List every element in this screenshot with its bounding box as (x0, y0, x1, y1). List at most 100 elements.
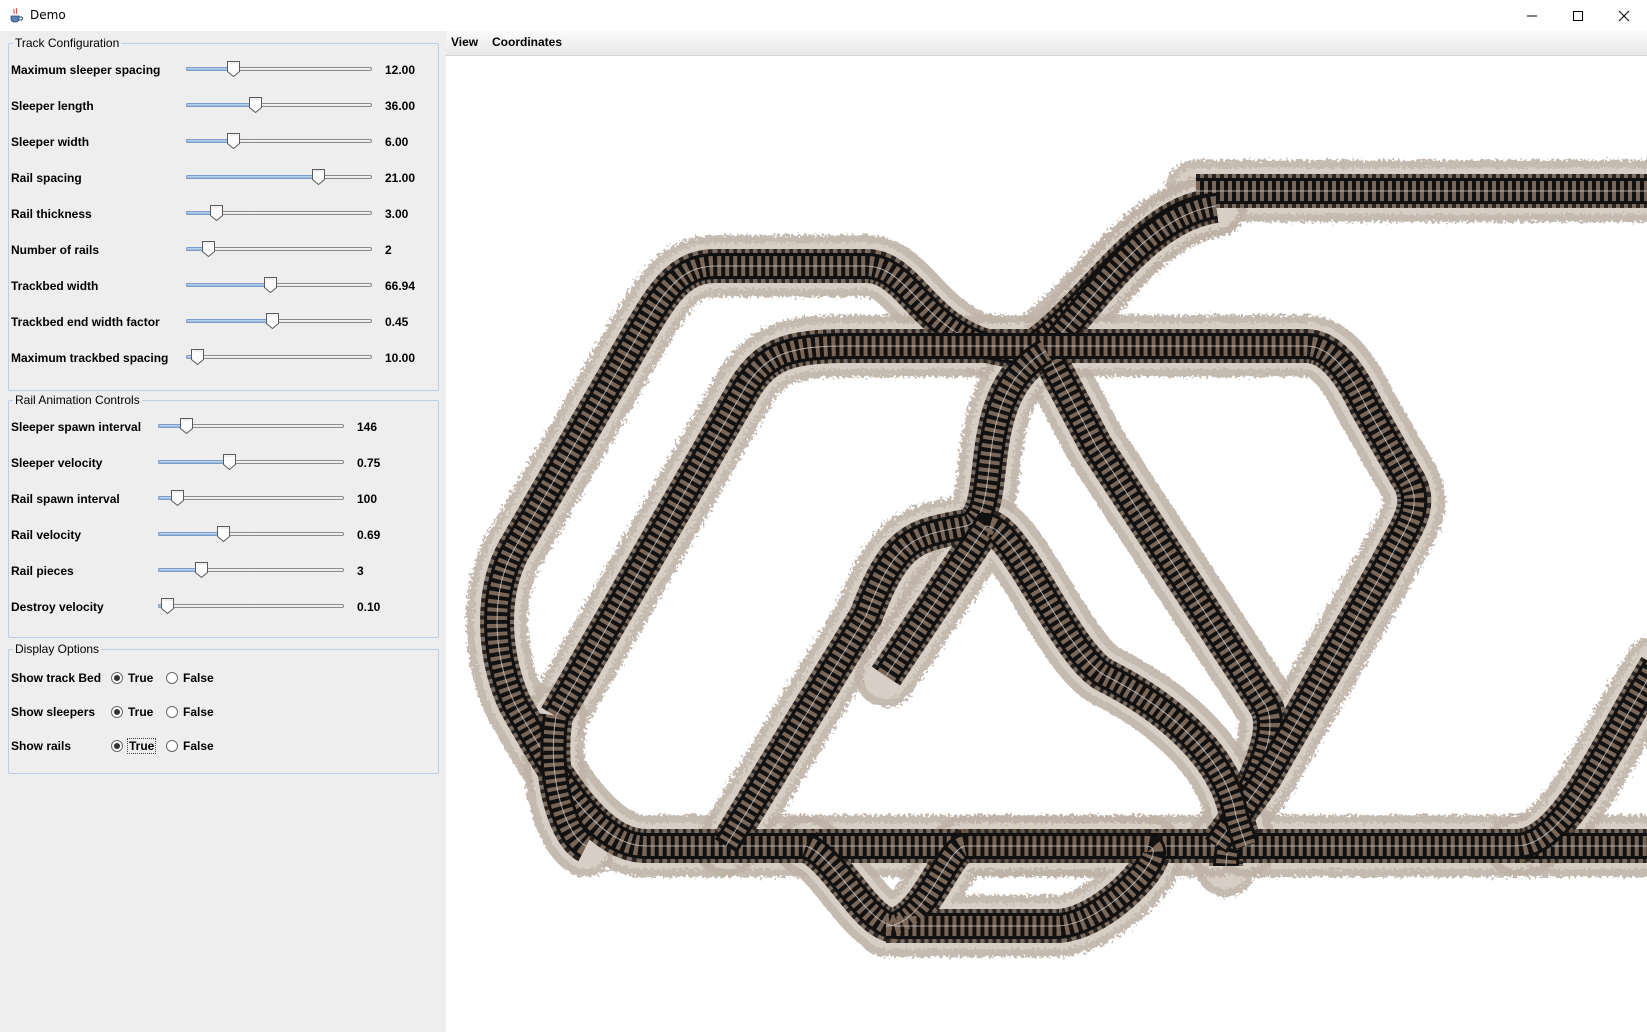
slider-label: Rail thickness (11, 207, 92, 221)
option-label: Show sleepers (11, 705, 96, 719)
slider-label: Sleeper width (11, 135, 90, 149)
radio-true[interactable] (111, 672, 123, 684)
option-label: Show rails (11, 739, 72, 753)
track-canvas[interactable] (446, 56, 1647, 1032)
slider[interactable] (158, 561, 344, 581)
slider-thumb[interactable] (248, 96, 263, 114)
slider-fill (186, 283, 270, 287)
window-title: Demo (30, 8, 66, 22)
radio-false[interactable] (166, 706, 178, 718)
slider-value: 2 (385, 243, 392, 257)
slider[interactable] (186, 60, 372, 80)
slider-label: Rail spacing (11, 171, 82, 185)
slider-value: 146 (357, 420, 378, 434)
rail-animation-controls-group: Rail Animation Controls Sleeper spawn in… (8, 393, 439, 638)
slider-label: Maximum trackbed spacing (11, 351, 169, 365)
slider-value: 100 (357, 492, 378, 506)
close-button[interactable] (1601, 0, 1647, 31)
slider-thumb[interactable] (265, 312, 280, 330)
slider-thumb[interactable] (194, 561, 209, 579)
radio-false-label[interactable]: False (183, 705, 214, 719)
radio-true-label[interactable]: True (126, 738, 157, 754)
slider-row: Rail spacing 21.00 (9, 168, 438, 188)
menu-bar: View Coordinates (446, 31, 1647, 56)
menu-view[interactable]: View (451, 35, 478, 49)
slider-thumb[interactable] (311, 168, 326, 186)
control-panel: Track Configuration Maximum sleeper spac… (0, 31, 446, 1032)
slider[interactable] (158, 417, 344, 437)
radio-false-label[interactable]: False (183, 671, 214, 685)
slider-row: Sleeper length 36.00 (9, 96, 438, 116)
group-title: Rail Animation Controls (13, 393, 142, 407)
slider[interactable] (186, 240, 372, 260)
slider-track[interactable] (158, 604, 344, 608)
display-option-row: Show track Bed True False (9, 670, 438, 688)
maximize-button[interactable] (1555, 0, 1601, 31)
slider[interactable] (158, 489, 344, 509)
slider[interactable] (186, 204, 372, 224)
radio-false[interactable] (166, 672, 178, 684)
slider[interactable] (186, 96, 372, 116)
slider-label: Destroy velocity (11, 600, 104, 614)
slider[interactable] (158, 453, 344, 473)
slider-row: Sleeper velocity 0.75 (9, 453, 438, 473)
slider-value: 12.00 (385, 63, 416, 77)
slider-thumb[interactable] (226, 60, 241, 78)
slider-row: Number of rails 2 (9, 240, 438, 260)
slider-fill (158, 460, 229, 464)
radio-true-label[interactable]: True (128, 671, 153, 685)
slider-row: Rail spawn interval 100 (9, 489, 438, 509)
slider-label: Trackbed end width factor (11, 315, 160, 329)
slider[interactable] (186, 312, 372, 332)
slider-thumb[interactable] (160, 597, 175, 615)
slider-label: Rail spawn interval (11, 492, 120, 506)
radio-true[interactable] (111, 740, 123, 752)
radio-false-label[interactable]: False (183, 739, 214, 753)
slider[interactable] (186, 168, 372, 188)
minimize-button[interactable] (1509, 0, 1555, 31)
radio-true[interactable] (111, 706, 123, 718)
slider-value: 0.69 (357, 528, 381, 542)
slider-thumb[interactable] (263, 276, 278, 294)
slider-track[interactable] (158, 496, 344, 500)
slider-value: 36.00 (385, 99, 416, 113)
slider-label: Sleeper length (11, 99, 94, 113)
slider-thumb[interactable] (179, 417, 194, 435)
radio-true-label[interactable]: True (128, 705, 153, 719)
slider[interactable] (186, 348, 372, 368)
slider[interactable] (158, 597, 344, 617)
slider-value: 6.00 (385, 135, 409, 149)
slider-track[interactable] (186, 355, 372, 359)
group-title: Display Options (13, 642, 102, 656)
slider-row: Destroy velocity 0.10 (9, 597, 438, 617)
slider-value: 3.00 (385, 207, 409, 221)
track-drawing (466, 160, 1647, 957)
slider-thumb[interactable] (209, 204, 224, 222)
slider[interactable] (186, 132, 372, 152)
slider-thumb[interactable] (216, 525, 231, 543)
slider-row: Trackbed width 66.94 (9, 276, 438, 296)
slider[interactable] (158, 525, 344, 545)
slider-label: Trackbed width (11, 279, 99, 293)
slider-thumb[interactable] (201, 240, 216, 258)
slider-thumb[interactable] (190, 348, 205, 366)
display-option-row: Show rails True False (9, 738, 438, 756)
slider[interactable] (186, 276, 372, 296)
group-title: Track Configuration (13, 36, 122, 50)
slider-fill (186, 175, 319, 179)
slider-label: Sleeper spawn interval (11, 420, 142, 434)
slider-row: Rail thickness 3.00 (9, 204, 438, 224)
slider-value: 0.45 (385, 315, 409, 329)
slider-label: Maximum sleeper spacing (11, 63, 161, 77)
slider-value: 10.00 (385, 351, 416, 365)
slider-value: 66.94 (385, 279, 416, 293)
radio-false[interactable] (166, 740, 178, 752)
slider-row: Rail velocity 0.69 (9, 525, 438, 545)
display-option-row: Show sleepers True False (9, 704, 438, 722)
slider-fill (186, 103, 255, 107)
slider-thumb[interactable] (170, 489, 185, 507)
option-label: Show track Bed (11, 671, 102, 685)
menu-coordinates[interactable]: Coordinates (492, 35, 562, 49)
slider-thumb[interactable] (226, 132, 241, 150)
slider-thumb[interactable] (222, 453, 237, 471)
